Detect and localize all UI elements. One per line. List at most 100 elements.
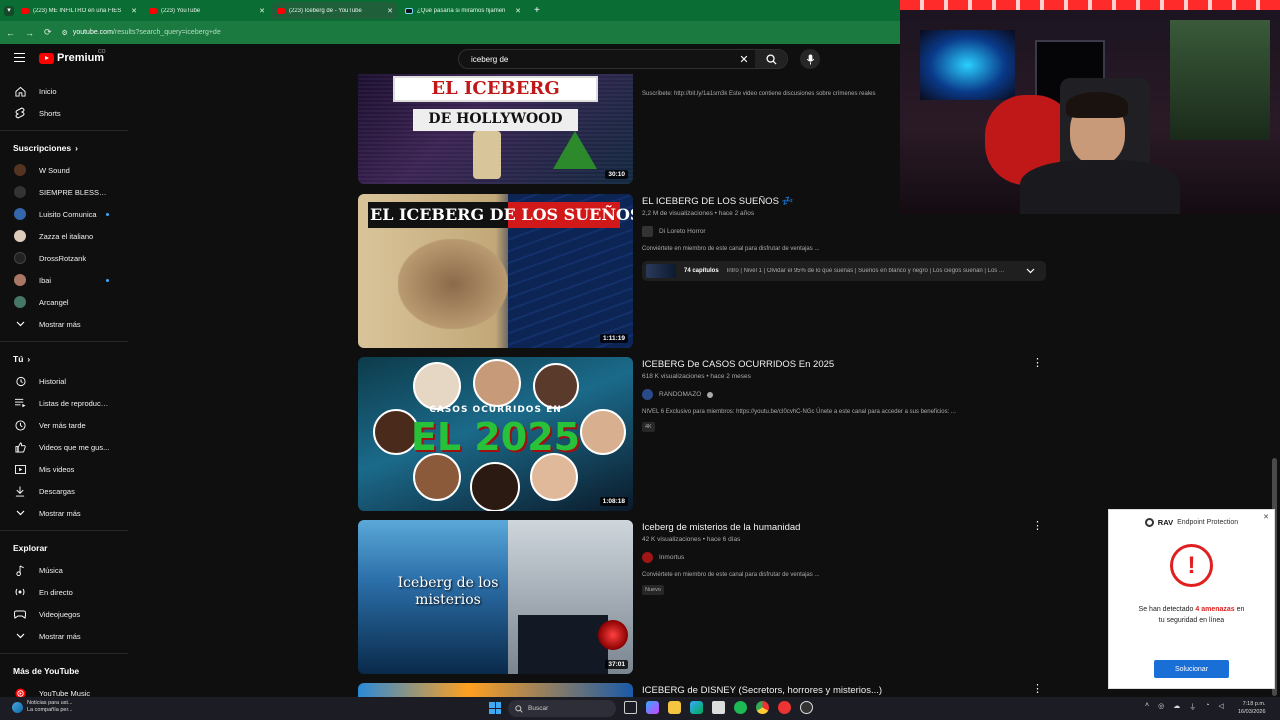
voice-search-button[interactable] — [800, 49, 820, 69]
taskbar-search[interactable]: Buscar — [508, 700, 616, 717]
sidebar-item-inicio[interactable]: Inicio — [0, 80, 128, 102]
show-more-you[interactable]: Mostrar más — [0, 502, 128, 524]
tab-title: (223) YouTube — [161, 7, 201, 14]
video-thumbnail[interactable]: CASOS OCURRIDOS EN EL 2025 1:08:18 — [358, 357, 633, 511]
browser-tab-active[interactable]: (223) Iceberg de - YouTube ✕ — [272, 2, 398, 19]
sidebar-subscription[interactable]: W Sound — [0, 159, 128, 181]
chevron-down-icon[interactable] — [1026, 267, 1046, 276]
sidebar-item-gaming[interactable]: Videojuegos — [0, 603, 128, 625]
new-tab-icon[interactable]: + — [534, 5, 540, 16]
you-header[interactable]: Tú › — [0, 348, 128, 370]
chapters-bar[interactable]: 74 capítulos Intro | Nivel 1 | Olvidar e… — [642, 261, 1046, 281]
video-title[interactable]: ICEBERG de DISNEY (Secretors, horrores y… — [642, 685, 1062, 696]
sidebar-item-your-videos[interactable]: Mis videos — [0, 458, 128, 480]
spotify-icon[interactable] — [734, 701, 747, 714]
sidebar-item-shorts[interactable]: Shorts — [0, 102, 128, 124]
close-icon[interactable]: ✕ — [1263, 513, 1269, 521]
channel-avatar[interactable] — [642, 226, 653, 237]
music-icon — [14, 564, 26, 576]
sidebar-subscription[interactable]: Zazza el italiano — [0, 225, 128, 247]
channel-name[interactable]: Di Loreto Horror — [659, 228, 706, 235]
show-more-explore[interactable]: Mostrar más — [0, 625, 128, 647]
cloud-icon[interactable]: ☁ — [1173, 702, 1180, 712]
sidebar-subscription[interactable]: DrossRotzank — [0, 247, 128, 269]
reload-icon[interactable]: ⟳ — [44, 27, 52, 38]
clear-search-icon[interactable]: ✕ — [733, 53, 755, 66]
video-thumbnail[interactable]: EL ICEBERG DE LOS SUEÑOS 1:11:19 — [358, 194, 633, 348]
back-arrow-icon[interactable]: ← — [6, 28, 15, 38]
store-icon[interactable] — [690, 701, 703, 714]
youtube-favicon-icon — [21, 7, 29, 14]
browser-tab[interactable]: (223) ME INFILTRO en una FIES ✕ — [16, 2, 142, 19]
channel-row[interactable]: Inmortus — [642, 552, 1062, 563]
usb-icon[interactable]: ⏚ — [1189, 702, 1196, 712]
tray-app-icon[interactable]: ◎ — [1158, 702, 1164, 712]
channel-avatar[interactable] — [642, 389, 653, 400]
more-options-icon[interactable]: ⋮ — [1032, 521, 1043, 532]
chevron-down-icon — [14, 507, 26, 519]
task-view-icon[interactable] — [624, 701, 637, 714]
video-title[interactable]: Iceberg de misterios de la humanidad — [642, 522, 1062, 533]
chevron-up-icon[interactable]: ˄ — [1145, 702, 1149, 712]
capcut-icon[interactable] — [712, 701, 725, 714]
sidebar-subscription[interactable]: Arcangel — [0, 291, 128, 313]
channel-name[interactable]: Inmortus — [659, 554, 684, 561]
browser-tab[interactable]: (223) YouTube ✕ — [144, 2, 270, 19]
volume-icon[interactable]: ◁ — [1218, 702, 1223, 712]
channel-avatar[interactable] — [642, 552, 653, 563]
url-field[interactable]: ⚙ youtube.com/results?search_query=icebe… — [62, 29, 221, 37]
sidebar-item-historial[interactable]: Historial — [0, 370, 128, 392]
channel-row[interactable]: RANDOMAZO — [642, 389, 1062, 400]
microphone-icon — [806, 53, 814, 65]
forward-arrow-icon[interactable]: → — [25, 28, 34, 38]
sidebar-item-music[interactable]: Música — [0, 559, 128, 581]
more-from-youtube-header: Más de YouTube — [13, 666, 80, 676]
sidebar-subscription[interactable]: Luisito Comunica — [0, 203, 128, 225]
chrome-icon[interactable] — [756, 701, 769, 714]
sidebar-item-liked-videos[interactable]: Videos que me gus... — [0, 436, 128, 458]
video-thumbnail[interactable] — [358, 683, 633, 698]
sidebar-item-playlists[interactable]: Listas de reproducción — [0, 392, 128, 414]
close-tab-icon[interactable]: ✕ — [259, 7, 265, 15]
channel-name[interactable]: RANDOMAZO — [659, 391, 701, 398]
wifi-icon[interactable]: ◔ — [1205, 702, 1209, 712]
video-thumbnail[interactable]: EL ICEBERG DE HOLLYWOOD 30:10 — [358, 74, 633, 184]
close-tab-icon[interactable]: ✕ — [387, 7, 393, 15]
tab-menu-button[interactable]: ▾ — [4, 5, 14, 16]
country-code: CO — [98, 49, 106, 55]
more-options-icon[interactable]: ⋮ — [1032, 684, 1043, 695]
sidebar-subscription[interactable]: Ibai — [0, 269, 128, 291]
site-info-icon[interactable]: ⚙ — [62, 29, 68, 37]
obs-icon[interactable] — [800, 701, 813, 714]
close-tab-icon[interactable]: ✕ — [515, 7, 521, 15]
sidebar-item-youtube-music[interactable]: YouTube Music — [0, 682, 128, 698]
subscription-name: Ibai — [39, 275, 52, 285]
subscriptions-header[interactable]: Suscripciones › — [0, 137, 128, 159]
sidebar-item-downloads[interactable]: Descargas — [0, 480, 128, 502]
sidebar-item-watch-later[interactable]: Ver más tarde — [0, 414, 128, 436]
sidebar-item-live[interactable]: En directo — [0, 581, 128, 603]
sidebar-subscription[interactable]: SIEMPRE BLESSD ... — [0, 181, 128, 203]
file-explorer-icon[interactable] — [668, 701, 681, 714]
thumbnail-text: DE HOLLYWOOD — [428, 111, 563, 127]
clock[interactable]: 7:18 p.m. 16/03/2026 — [1238, 700, 1266, 716]
show-more-subscriptions[interactable]: Mostrar más — [0, 313, 128, 335]
browser-tab[interactable]: ¿Qué pasaría si miramos fijamen ✕ — [400, 2, 526, 19]
webcam-overlay — [900, 0, 1280, 214]
news-widget[interactable]: Noticias para ust... La compañía per... — [12, 700, 73, 714]
start-button[interactable] — [489, 702, 501, 714]
channel-row[interactable]: Di Loreto Horror — [642, 226, 1062, 237]
search-button[interactable] — [755, 50, 787, 68]
more-options-icon[interactable]: ⋮ — [1032, 358, 1043, 369]
guide-sidebar: Inicio Shorts Suscripciones › W Sound SIE… — [0, 74, 128, 698]
copilot-icon[interactable] — [646, 701, 659, 714]
close-tab-icon[interactable]: ✕ — [131, 7, 137, 15]
video-thumbnail[interactable]: Iceberg de los misterios 37:01 — [358, 520, 633, 674]
youtube-logo[interactable]: Premium CO — [39, 49, 106, 64]
history-icon — [14, 375, 26, 387]
game-app-icon[interactable] — [778, 701, 791, 714]
video-title[interactable]: ICEBERG De CASOS OCURRIDOS En 2025 — [642, 359, 1062, 370]
search-input[interactable]: iceberg de — [459, 55, 733, 64]
menu-hamburger-icon[interactable] — [14, 53, 25, 62]
fix-button[interactable]: Solucionar — [1154, 660, 1229, 678]
